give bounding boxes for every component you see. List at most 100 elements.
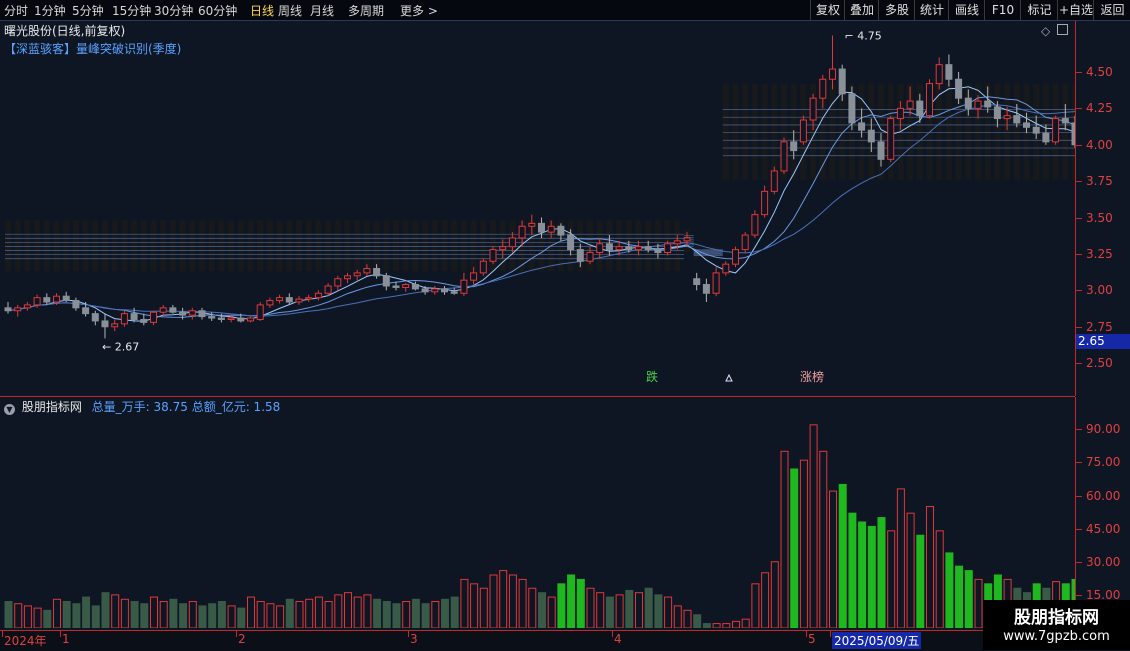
zone-stripe [14, 220, 21, 272]
volume-bar [285, 598, 294, 628]
period-3[interactable]: 15分钟 [112, 2, 151, 19]
period-8[interactable]: 月线 [310, 2, 334, 19]
volume-bar [460, 578, 469, 628]
volume-bar [829, 490, 837, 628]
candle-body [431, 288, 439, 293]
candle-body [140, 318, 148, 323]
period-6[interactable]: 日线 [250, 2, 274, 19]
volume-bar [722, 623, 731, 628]
volume-bar [557, 583, 566, 628]
volume-bar [266, 603, 275, 628]
candle-body [305, 297, 313, 300]
maximize-icon[interactable] [1057, 24, 1069, 35]
toolbar-button-0[interactable]: 复权 [810, 0, 845, 20]
candle-body [217, 317, 225, 320]
period-1[interactable]: 1分钟 [34, 2, 66, 19]
chevron-down-icon[interactable]: ▼ [4, 404, 15, 415]
price-tick: 3.00 [1076, 283, 1113, 298]
volume-bar [518, 578, 527, 628]
candle-body [615, 246, 623, 251]
volume-bar [780, 450, 789, 628]
candle-body [43, 297, 51, 303]
date-axis: 2024年 1 2 3 4 5 2025/05/09/五 [0, 630, 1075, 651]
candle-body [1013, 115, 1021, 124]
candle-body [576, 249, 584, 262]
candle-body [732, 249, 739, 265]
volume-bar [702, 623, 711, 628]
date-tick [236, 631, 237, 637]
zone-stripe [325, 220, 332, 272]
candle-body [344, 275, 351, 280]
volume-bar [441, 598, 449, 628]
toolbar-button-6[interactable]: 标记 [1020, 0, 1058, 20]
panel-controls[interactable]: ◇ [1041, 24, 1073, 38]
volume-chart[interactable] [0, 416, 1075, 628]
zone-stripe [431, 220, 438, 272]
toolbar-button-1[interactable]: 叠加 [844, 0, 879, 20]
candle-body [751, 214, 759, 236]
period-7[interactable]: 周线 [278, 2, 302, 19]
period-2[interactable]: 5分钟 [72, 2, 104, 19]
candle-body [53, 295, 60, 303]
volume-bar [82, 596, 91, 628]
volume-bar [91, 605, 100, 628]
candle-body [402, 284, 410, 288]
candle-body [247, 317, 254, 322]
candle-body [858, 122, 866, 131]
volume-indicator-name: 股朋指标网 [21, 400, 82, 414]
volume-tick: 90.00 [1075, 422, 1121, 437]
date-label: 2024年 [4, 634, 47, 648]
period-10[interactable]: 更多 > [400, 2, 438, 19]
volume-bar [528, 587, 537, 628]
signal-arrow-icon [725, 373, 733, 382]
toolbar-button-5[interactable]: F10 [984, 0, 1021, 20]
volume-bar [431, 601, 440, 628]
period-5[interactable]: 60分钟 [198, 2, 237, 19]
volume-bar [33, 607, 42, 628]
volume-bar [256, 601, 265, 628]
candle-body [1032, 126, 1040, 134]
date-tick [2, 631, 3, 637]
toolbar-button-4[interactable]: 画线 [948, 0, 985, 20]
period-9[interactable]: 多周期 [348, 2, 384, 19]
period-4[interactable]: 30分钟 [154, 2, 193, 19]
main-chart-panel[interactable]: 曙光股份(日线,前复权) 【深蓝骇客】量峰突破识别(季度) ⌐ 4.75 ← 2.… [0, 21, 1075, 385]
volume-bar [101, 592, 110, 628]
high-label: ⌐ 4.75 [845, 30, 882, 43]
volume-bar [741, 618, 750, 628]
candle-body [1052, 118, 1060, 143]
candle-body [635, 246, 642, 251]
zone-stripe [150, 220, 157, 272]
candlestick-chart[interactable]: ⌐ 4.75 ← 2.67 跌 涨榜 [0, 21, 1075, 385]
candle-body [159, 307, 167, 313]
volume-bar [625, 589, 634, 628]
volume-bar [848, 512, 857, 628]
candle-body [906, 100, 914, 109]
volume-bar [654, 594, 663, 628]
volume-bar [314, 596, 323, 628]
zone-stripe [945, 83, 952, 180]
candle-body [693, 278, 701, 286]
diamond-icon[interactable]: ◇ [1041, 24, 1050, 38]
volume-bar [790, 468, 799, 628]
candle-body [4, 307, 12, 312]
candle-body [673, 240, 681, 245]
period-0[interactable]: 分时 [4, 2, 28, 19]
zone-stripe [296, 220, 302, 272]
candle-body [237, 317, 245, 322]
candle-body [33, 297, 41, 306]
current-price-tag: 2.65 [1076, 334, 1130, 350]
zone-stripe [179, 220, 186, 272]
volume-bar [295, 601, 304, 628]
volume-bar [644, 587, 653, 628]
volume-bar [247, 596, 255, 628]
toolbar-button-3[interactable]: 统计 [914, 0, 949, 20]
candle-body [809, 97, 817, 121]
toolbar-button-8[interactable]: 返回 [1093, 0, 1130, 20]
toolbar-button-7[interactable]: +自选 [1057, 0, 1094, 20]
volume-bar [799, 459, 808, 628]
zone-stripe [412, 220, 419, 272]
candle-body [198, 310, 206, 318]
toolbar-button-2[interactable]: 多股 [878, 0, 915, 20]
volume-bar [596, 592, 605, 628]
